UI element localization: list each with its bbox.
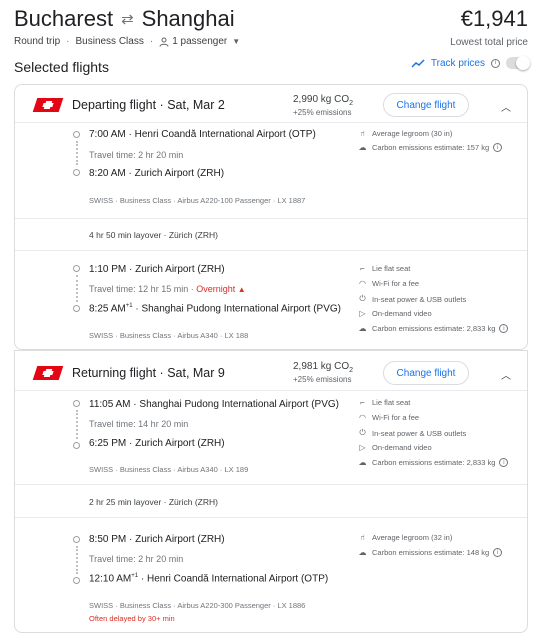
departure-stop: 1:10 PM · Zurich Airport (ZRH) [89,264,225,275]
caret-down-icon: ▼ [232,37,241,46]
overnight-label: Overnight [196,284,236,294]
arrival-dot [73,577,80,584]
price-note: Lowest total price [450,37,528,48]
collapse-chevron-icon[interactable]: ︿ [501,367,511,382]
flight-details: SWISS · Business Class · Airbus A220-300… [89,601,306,610]
amenity-video: ▷ On-demand video [357,443,431,452]
origin-city: Bucharest [14,6,114,31]
info-icon[interactable]: i [493,143,503,152]
trip-header: Bucharest ⇄ Shanghai €1,941 Round trip ·… [14,4,528,52]
amenity-wifi: ◠ Wi-Fi for a fee [359,413,420,422]
amenity-wifi: ◠ Wi-Fi for a fee [359,279,420,288]
track-prices-toggle[interactable] [506,56,530,70]
departing-co2: 2,990 kg CO2 +25% emissions [293,94,354,117]
passenger-count: 1 passenger [172,36,228,47]
arrival-stop: 12:10 AM+1 · Henri Coandă International … [89,573,329,585]
warning-icon: ▲ [237,285,246,294]
amenity-seat: ⌐ Lie flat seat [357,264,410,273]
arrival-dot [73,169,80,176]
total-price: €1,941 [460,6,528,31]
returning-title: Returning flight · Sat, Mar 9 [72,366,225,380]
amenity-legroom: ⑁ Average legroom (30 in) [357,129,452,138]
swiss-logo [32,366,64,380]
amenity-power: ⏻ In-seat power & USB outlets [357,428,466,438]
info-icon[interactable]: i [499,458,509,467]
power-plug-icon: ⏻ [359,428,366,437]
departure-stop: 11:05 AM · Shanghai Pudong International… [89,399,339,410]
departure-stop: 8:50 PM · Zurich Airport (ZRH) [89,534,225,545]
departure-dot [73,536,80,543]
co2-icon: ☁ [358,143,367,152]
departing-title: Departing flight · Sat, Mar 2 [72,98,225,112]
person-icon [159,37,169,47]
amenity-seat: ⌐ Lie flat seat [357,398,410,407]
amenity-emissions: ☁ Carbon emissions estimate: 2,833 kg i [357,458,509,467]
amenity-emissions: ☁ Carbon emissions estimate: 157 kg i [357,143,503,152]
flight-details: SWISS · Business Class · Airbus A220-100… [89,196,306,205]
layover-info: 2 hr 25 min layover · Zürich (ZRH) [89,497,218,507]
track-prices-label: Track prices [430,57,485,69]
trip-options: Round trip · Business Class · 1 passenge… [14,36,241,47]
amenity-video: ▷ On-demand video [357,309,431,318]
cabin-class: Business Class [75,36,144,47]
lie-flat-seat-icon: ⌐ [360,398,365,407]
video-icon: ▷ [359,443,366,452]
departing-flight-card: Departing flight · Sat, Mar 2 2,990 kg C… [14,84,528,350]
change-returning-flight-button[interactable]: Change flight [383,361,469,385]
trip-type: Round trip [14,36,61,47]
collapse-chevron-icon[interactable]: ︿ [501,99,511,114]
swiss-logo [32,98,64,112]
arrival-dot [73,305,80,312]
travel-time: Travel time: 14 hr 20 min [89,419,189,429]
selected-flights-title: Selected flights [14,59,109,75]
departure-dot [73,400,80,407]
track-prices[interactable]: Track prices i [411,56,530,70]
departure-dot [73,131,80,138]
travel-time: Travel time: 12 hr 15 min · Overnight ▲ [89,284,246,294]
trend-icon [411,58,425,68]
video-icon: ▷ [359,309,366,318]
passenger-selector[interactable]: 1 passenger ▼ [159,36,240,47]
arrival-stop: 8:25 AM+1 · Shanghai Pudong Internationa… [89,303,342,315]
travel-time: Travel time: 2 hr 20 min [89,150,184,160]
returning-co2: 2,981 kg CO2 +25% emissions [293,361,354,384]
wifi-icon: ◠ [359,413,366,422]
returning-flight-card: Returning flight · Sat, Mar 9 2,981 kg C… [14,350,528,633]
info-icon[interactable]: i [493,548,503,557]
seat-icon: ⑁ [360,129,365,138]
flight-details: SWISS · Business Class · Airbus A340 · L… [89,465,249,474]
travel-time: Travel time: 2 hr 20 min [89,554,184,564]
amenity-emissions: ☁ Carbon emissions estimate: 2,833 kg i [357,324,509,333]
seat-icon: ⑁ [360,533,365,542]
swap-arrows-icon: ⇄ [121,11,134,28]
delay-warning: Often delayed by 30+ min [89,614,175,623]
destination-city: Shanghai [141,6,235,31]
change-departing-flight-button[interactable]: Change flight [383,93,469,117]
arrival-stop: 6:25 PM · Zurich Airport (ZRH) [89,438,225,449]
info-icon[interactable]: i [491,58,500,68]
arrival-dot [73,442,80,449]
power-plug-icon: ⏻ [359,294,366,303]
lie-flat-seat-icon: ⌐ [360,264,365,273]
co2-icon: ☁ [358,548,367,557]
co2-icon: ☁ [358,458,367,467]
co2-icon: ☁ [358,324,367,333]
amenity-legroom: ⑁ Average legroom (32 in) [357,533,452,542]
departure-stop: 7:00 AM · Henri Coandă International Air… [89,129,316,140]
flight-details: SWISS · Business Class · Airbus A340 · L… [89,331,249,340]
departure-dot [73,265,80,272]
info-icon[interactable]: i [499,324,509,333]
wifi-icon: ◠ [359,279,366,288]
amenity-emissions: ☁ Carbon emissions estimate: 148 kg i [357,548,503,557]
amenity-power: ⏻ In-seat power & USB outlets [357,294,466,304]
route-title: Bucharest ⇄ Shanghai [14,6,235,32]
layover-info: 4 hr 50 min layover · Zürich (ZRH) [89,230,218,240]
arrival-stop: 8:20 AM · Zurich Airport (ZRH) [89,168,225,179]
